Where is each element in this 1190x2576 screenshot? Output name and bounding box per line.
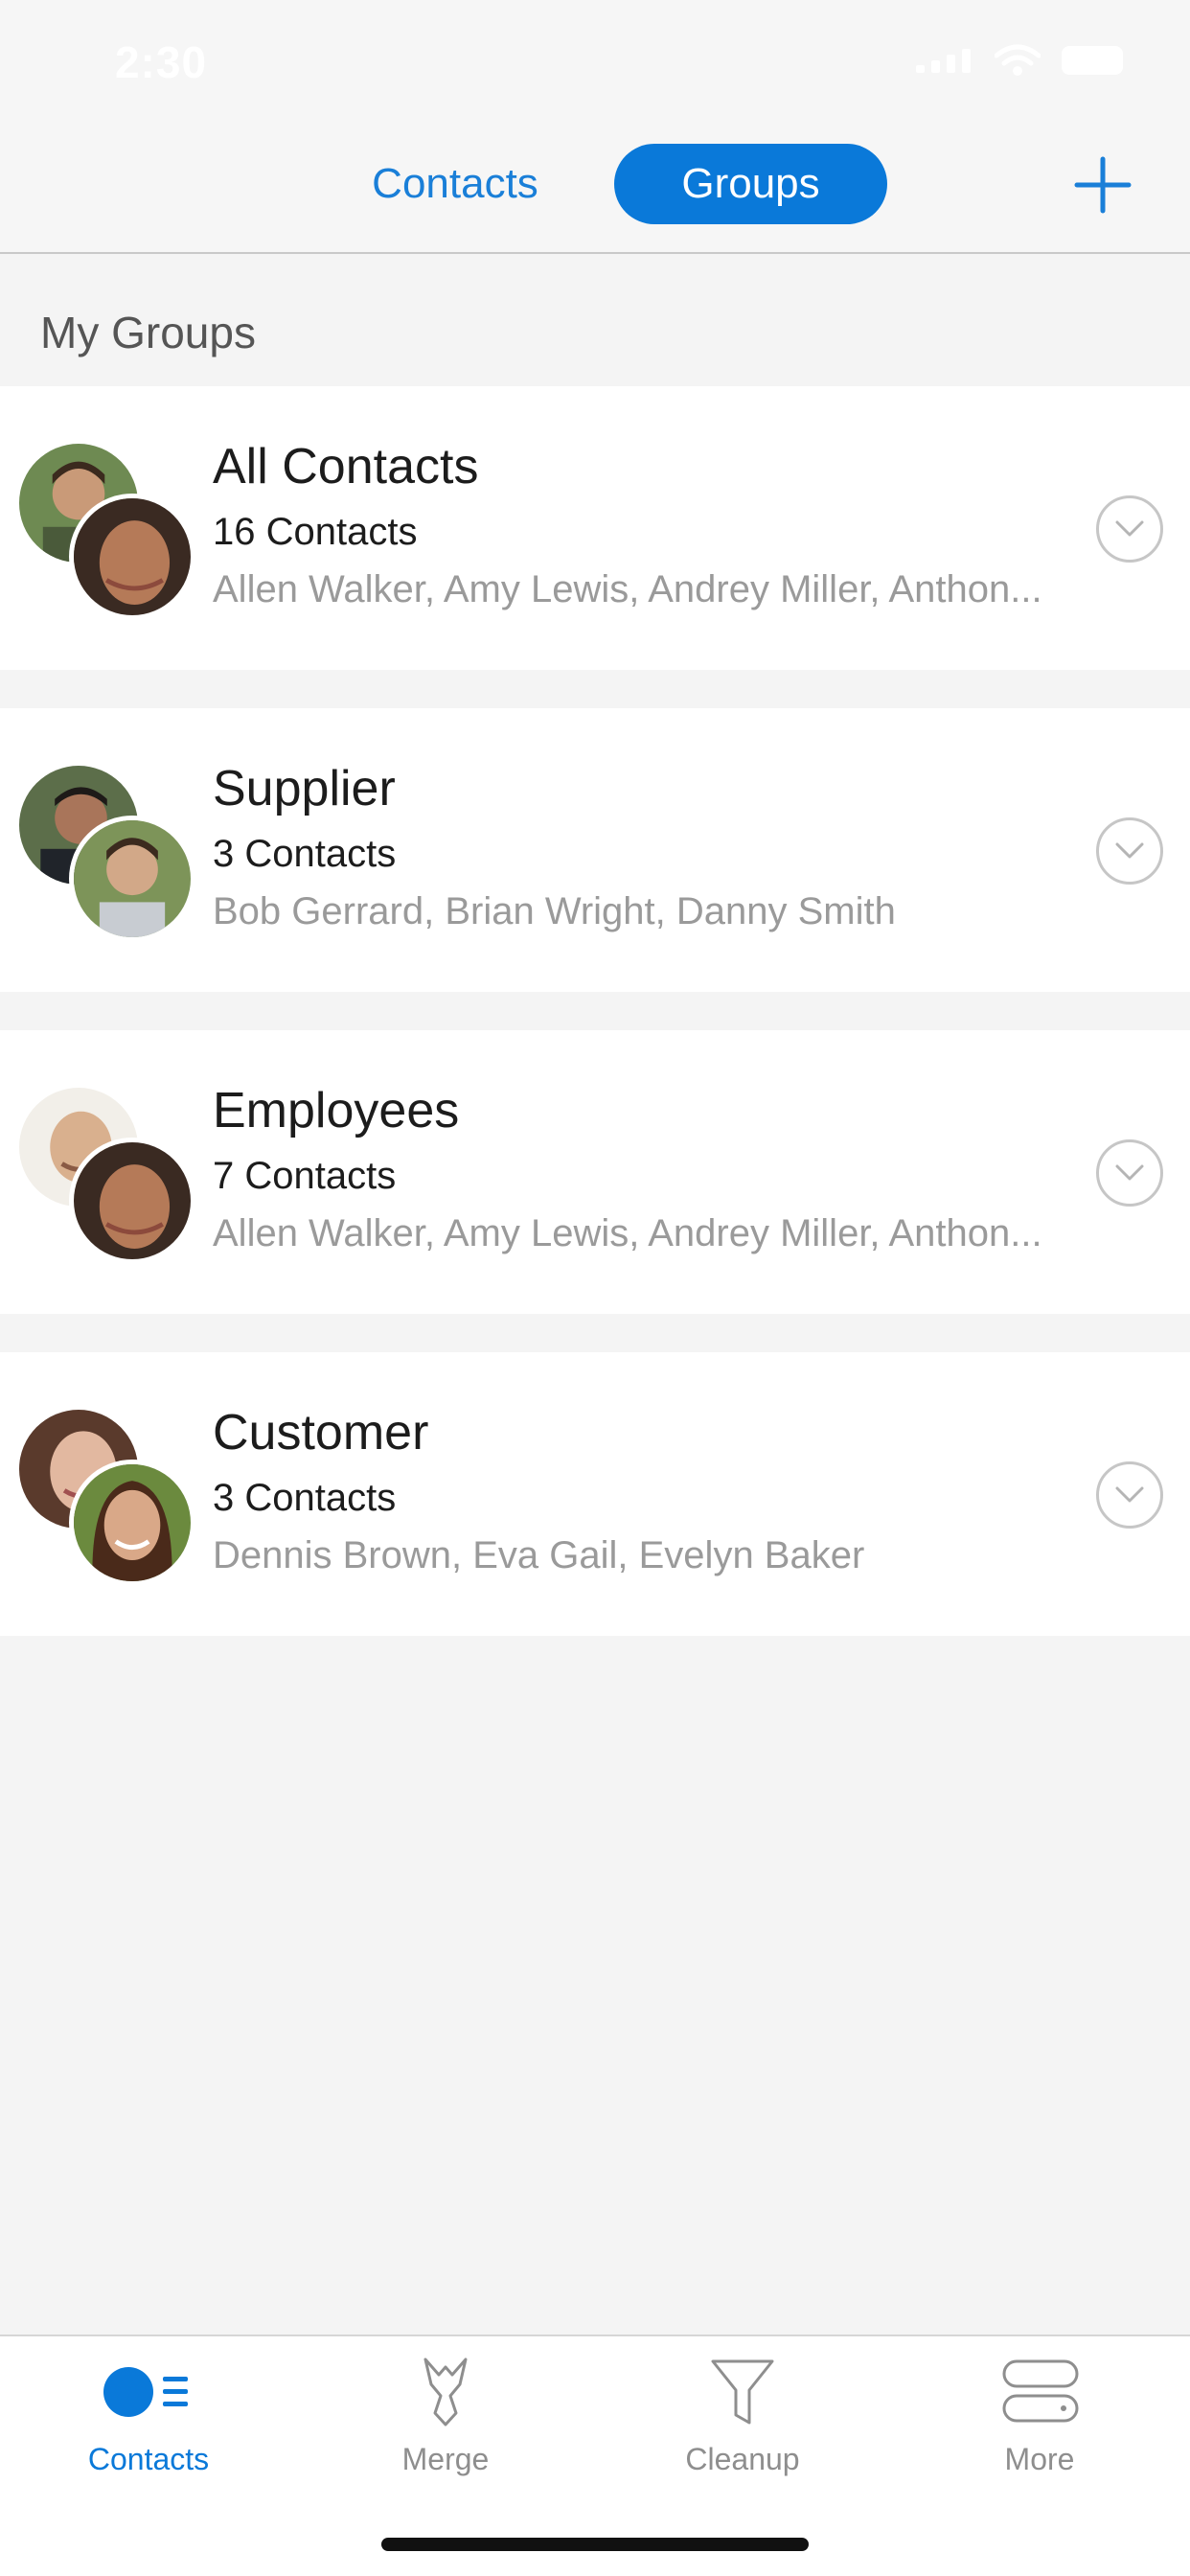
tab-label: More [1004, 2442, 1075, 2476]
status-bar: 2:30 [0, 0, 1190, 126]
group-count: 16 Contacts [213, 511, 418, 553]
more-icon [1002, 2359, 1079, 2423]
group-name: All Contacts [213, 439, 479, 494]
tab-contacts[interactable]: Contacts [0, 2354, 297, 2488]
plus-icon[interactable] [1073, 155, 1133, 215]
tab-label: Merge [401, 2442, 490, 2476]
home-indicator [381, 2538, 809, 2551]
expand-button[interactable] [1096, 495, 1163, 563]
group-count: 7 Contacts [213, 1155, 397, 1197]
expand-button[interactable] [1096, 817, 1163, 885]
group-members: Dennis Brown, Eva Gail, Evelyn Baker [213, 1534, 865, 1576]
segment-contacts[interactable]: Contacts [345, 144, 565, 224]
tab-label: Cleanup [685, 2442, 800, 2476]
tab-cleanup[interactable]: Cleanup [594, 2354, 891, 2488]
battery-icon [1062, 46, 1123, 75]
chevron-down-icon [1115, 842, 1144, 859]
chevron-down-icon [1115, 1486, 1144, 1503]
expand-button[interactable] [1096, 1461, 1163, 1529]
group-name: Customer [213, 1405, 429, 1460]
group-row[interactable]: All Contacts 16 Contacts Allen Walker, A… [0, 386, 1190, 670]
group-count: 3 Contacts [213, 833, 397, 875]
merge-icon [423, 2358, 468, 2426]
avatar-stack [19, 766, 201, 942]
tab-merge[interactable]: Merge [297, 2354, 594, 2488]
avatar-stack [19, 444, 201, 620]
expand-button[interactable] [1096, 1139, 1163, 1207]
tab-label: Contacts [87, 2442, 210, 2476]
signal-icon [916, 49, 971, 73]
section-title: My Groups [40, 308, 256, 357]
avatar [69, 816, 195, 942]
status-time: 2:30 [115, 37, 208, 87]
group-row[interactable]: Employees 7 Contacts Allen Walker, Amy L… [0, 1030, 1190, 1314]
tab-more[interactable]: More [891, 2354, 1188, 2488]
group-row[interactable]: Supplier 3 Contacts Bob Gerrard, Brian W… [0, 708, 1190, 992]
chevron-down-icon [1115, 520, 1144, 537]
avatar [69, 494, 195, 620]
avatar-stack [19, 1410, 201, 1586]
nav-bar: Contacts Groups [0, 126, 1190, 254]
avatar-stack [19, 1088, 201, 1264]
filter-icon [711, 2359, 774, 2425]
wifi-icon [995, 44, 1041, 76]
group-name: Employees [213, 1083, 460, 1138]
avatar [69, 1138, 195, 1264]
group-count: 3 Contacts [213, 1477, 397, 1519]
chevron-down-icon [1115, 1164, 1144, 1181]
group-members: Bob Gerrard, Brian Wright, Danny Smith [213, 890, 896, 932]
contacts-icon [103, 2367, 188, 2417]
group-members: Allen Walker, Amy Lewis, Andrey Miller, … [213, 568, 1042, 610]
group-row[interactable]: Customer 3 Contacts Dennis Brown, Eva Ga… [0, 1352, 1190, 1636]
group-name: Supplier [213, 761, 396, 816]
group-members: Allen Walker, Amy Lewis, Andrey Miller, … [213, 1212, 1042, 1254]
status-icons [916, 44, 1123, 77]
avatar [69, 1460, 195, 1586]
segment-groups[interactable]: Groups [614, 144, 887, 224]
